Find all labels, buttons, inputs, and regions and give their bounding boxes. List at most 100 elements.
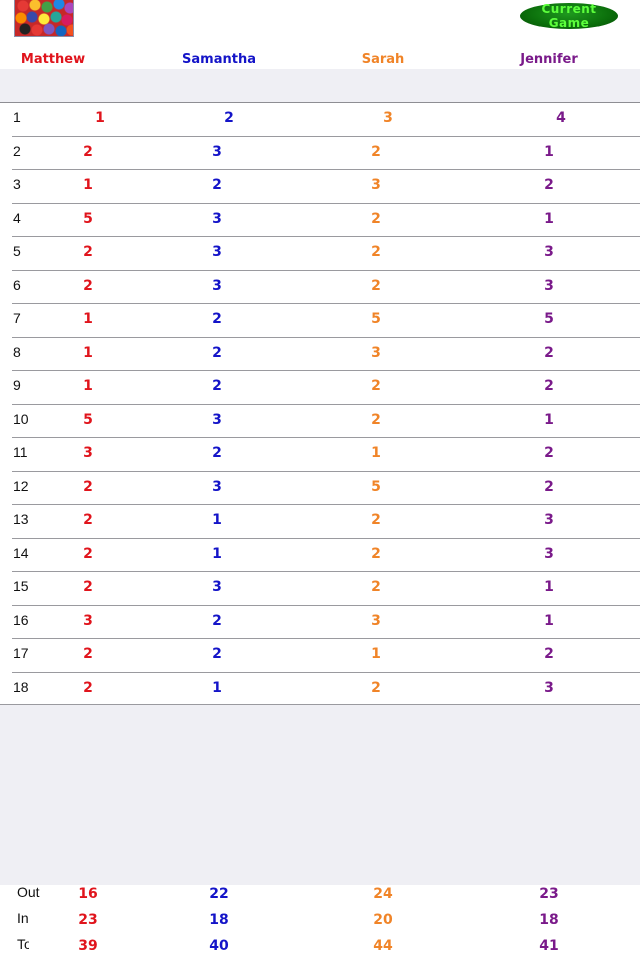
score-sarah[interactable]: 1 (371, 445, 381, 461)
hole-row[interactable]: 6 2 3 2 3 (12, 269, 640, 304)
score-matthew[interactable]: 3 (83, 445, 93, 461)
score-matthew[interactable]: 2 (83, 546, 93, 562)
score-samantha[interactable]: 2 (212, 445, 222, 461)
hole-row[interactable]: 2 2 3 2 1 (12, 135, 640, 170)
score-matthew[interactable]: 2 (83, 144, 93, 160)
hole-row[interactable]: 17 2 2 1 2 (12, 638, 640, 672)
score-jennifer[interactable]: 1 (544, 613, 554, 629)
summary-out-matthew: 16 (78, 886, 98, 902)
score-samantha[interactable]: 2 (212, 177, 222, 193)
score-samantha[interactable]: 3 (212, 211, 222, 227)
score-jennifer[interactable]: 2 (544, 445, 554, 461)
summary-total-matthew: 39 (78, 938, 98, 954)
score-matthew[interactable]: 2 (83, 244, 93, 260)
score-matthew[interactable]: 3 (83, 613, 93, 629)
score-sarah[interactable]: 5 (371, 311, 381, 327)
player-name-sarah: Sarah (361, 52, 405, 67)
score-sarah[interactable]: 3 (383, 110, 393, 126)
hole-row[interactable]: 11 3 2 1 2 (12, 437, 640, 471)
score-sarah[interactable]: 2 (371, 144, 381, 160)
hole-row[interactable]: 18 2 1 2 3 (12, 671, 640, 706)
score-samantha[interactable]: 2 (212, 646, 222, 662)
hole-row[interactable]: 1 1 2 3 4 (0, 102, 640, 136)
score-samantha[interactable]: 3 (212, 144, 222, 160)
score-jennifer[interactable]: 5 (544, 311, 554, 327)
hole-row[interactable]: 13 2 1 2 3 (12, 504, 640, 538)
score-samantha[interactable]: 2 (212, 613, 222, 629)
score-samantha[interactable]: 3 (212, 412, 222, 428)
score-matthew[interactable]: 2 (83, 646, 93, 662)
score-samantha[interactable]: 3 (212, 479, 222, 495)
score-sarah[interactable]: 2 (371, 278, 381, 294)
hole-number: 8 (13, 343, 21, 360)
score-matthew[interactable]: 2 (83, 512, 93, 528)
current-game-button[interactable]: Current Game (520, 2, 618, 30)
score-jennifer[interactable]: 2 (544, 177, 554, 193)
score-samantha[interactable]: 3 (212, 244, 222, 260)
score-samantha[interactable]: 3 (212, 278, 222, 294)
score-jennifer[interactable]: 3 (544, 244, 554, 260)
score-matthew[interactable]: 5 (83, 412, 93, 428)
score-matthew[interactable]: 2 (83, 479, 93, 495)
hole-row[interactable]: 10 5 3 2 1 (12, 403, 640, 438)
score-samantha[interactable]: 1 (212, 680, 222, 696)
score-matthew[interactable]: 1 (83, 311, 93, 327)
score-samantha[interactable]: 2 (212, 311, 222, 327)
score-matthew[interactable]: 2 (83, 680, 93, 696)
score-sarah[interactable]: 3 (371, 345, 381, 361)
score-sarah[interactable]: 2 (371, 680, 381, 696)
score-jennifer[interactable]: 3 (544, 546, 554, 562)
score-jennifer[interactable]: 3 (544, 278, 554, 294)
score-matthew[interactable]: 2 (83, 278, 93, 294)
score-sarah[interactable]: 2 (371, 546, 381, 562)
score-matthew[interactable]: 1 (83, 345, 93, 361)
score-samantha[interactable]: 2 (212, 345, 222, 361)
hole-row[interactable]: 8 1 2 3 2 (12, 336, 640, 371)
score-sarah[interactable]: 5 (371, 479, 381, 495)
score-samantha[interactable]: 3 (212, 579, 222, 595)
table-header-band (0, 69, 640, 102)
hole-row[interactable]: 12 2 3 5 2 (12, 470, 640, 505)
score-matthew[interactable]: 5 (83, 211, 93, 227)
score-sarah[interactable]: 2 (371, 244, 381, 260)
hole-row[interactable]: 16 3 2 3 1 (12, 604, 640, 639)
score-sarah[interactable]: 2 (371, 512, 381, 528)
summary-out-sarah: 24 (373, 886, 393, 902)
hole-row[interactable]: 5 2 3 2 3 (12, 236, 640, 270)
score-jennifer[interactable]: 3 (544, 512, 554, 528)
score-sarah[interactable]: 2 (371, 579, 381, 595)
score-sarah[interactable]: 2 (371, 412, 381, 428)
hole-row[interactable]: 9 1 2 2 2 (12, 370, 640, 404)
score-samantha[interactable]: 2 (212, 378, 222, 394)
score-matthew[interactable]: 2 (83, 579, 93, 595)
score-matthew[interactable]: 1 (83, 177, 93, 193)
score-jennifer[interactable]: 2 (544, 345, 554, 361)
hole-number: 14 (13, 544, 29, 561)
summary-out-jennifer: 23 (539, 886, 559, 902)
score-samantha[interactable]: 1 (212, 512, 222, 528)
score-sarah[interactable]: 3 (371, 613, 381, 629)
score-matthew[interactable]: 1 (95, 110, 105, 126)
score-jennifer[interactable]: 1 (544, 211, 554, 227)
hole-row[interactable]: 3 1 2 3 2 (12, 169, 640, 203)
summary-label-in: In (17, 910, 29, 926)
score-samantha[interactable]: 2 (224, 110, 234, 126)
score-jennifer[interactable]: 3 (544, 680, 554, 696)
score-jennifer[interactable]: 1 (544, 579, 554, 595)
score-sarah[interactable]: 2 (371, 211, 381, 227)
hole-row[interactable]: 14 2 1 2 3 (12, 537, 640, 572)
score-jennifer[interactable]: 1 (544, 144, 554, 160)
score-jennifer[interactable]: 2 (544, 646, 554, 662)
score-jennifer[interactable]: 1 (544, 412, 554, 428)
score-sarah[interactable]: 3 (371, 177, 381, 193)
score-sarah[interactable]: 1 (371, 646, 381, 662)
score-matthew[interactable]: 1 (83, 378, 93, 394)
hole-row[interactable]: 15 2 3 2 1 (12, 571, 640, 605)
score-jennifer[interactable]: 2 (544, 378, 554, 394)
hole-row[interactable]: 4 5 3 2 1 (12, 202, 640, 237)
hole-row[interactable]: 7 1 2 5 5 (12, 303, 640, 337)
score-jennifer[interactable]: 2 (544, 479, 554, 495)
score-jennifer[interactable]: 4 (556, 110, 566, 126)
score-sarah[interactable]: 2 (371, 378, 381, 394)
score-samantha[interactable]: 1 (212, 546, 222, 562)
